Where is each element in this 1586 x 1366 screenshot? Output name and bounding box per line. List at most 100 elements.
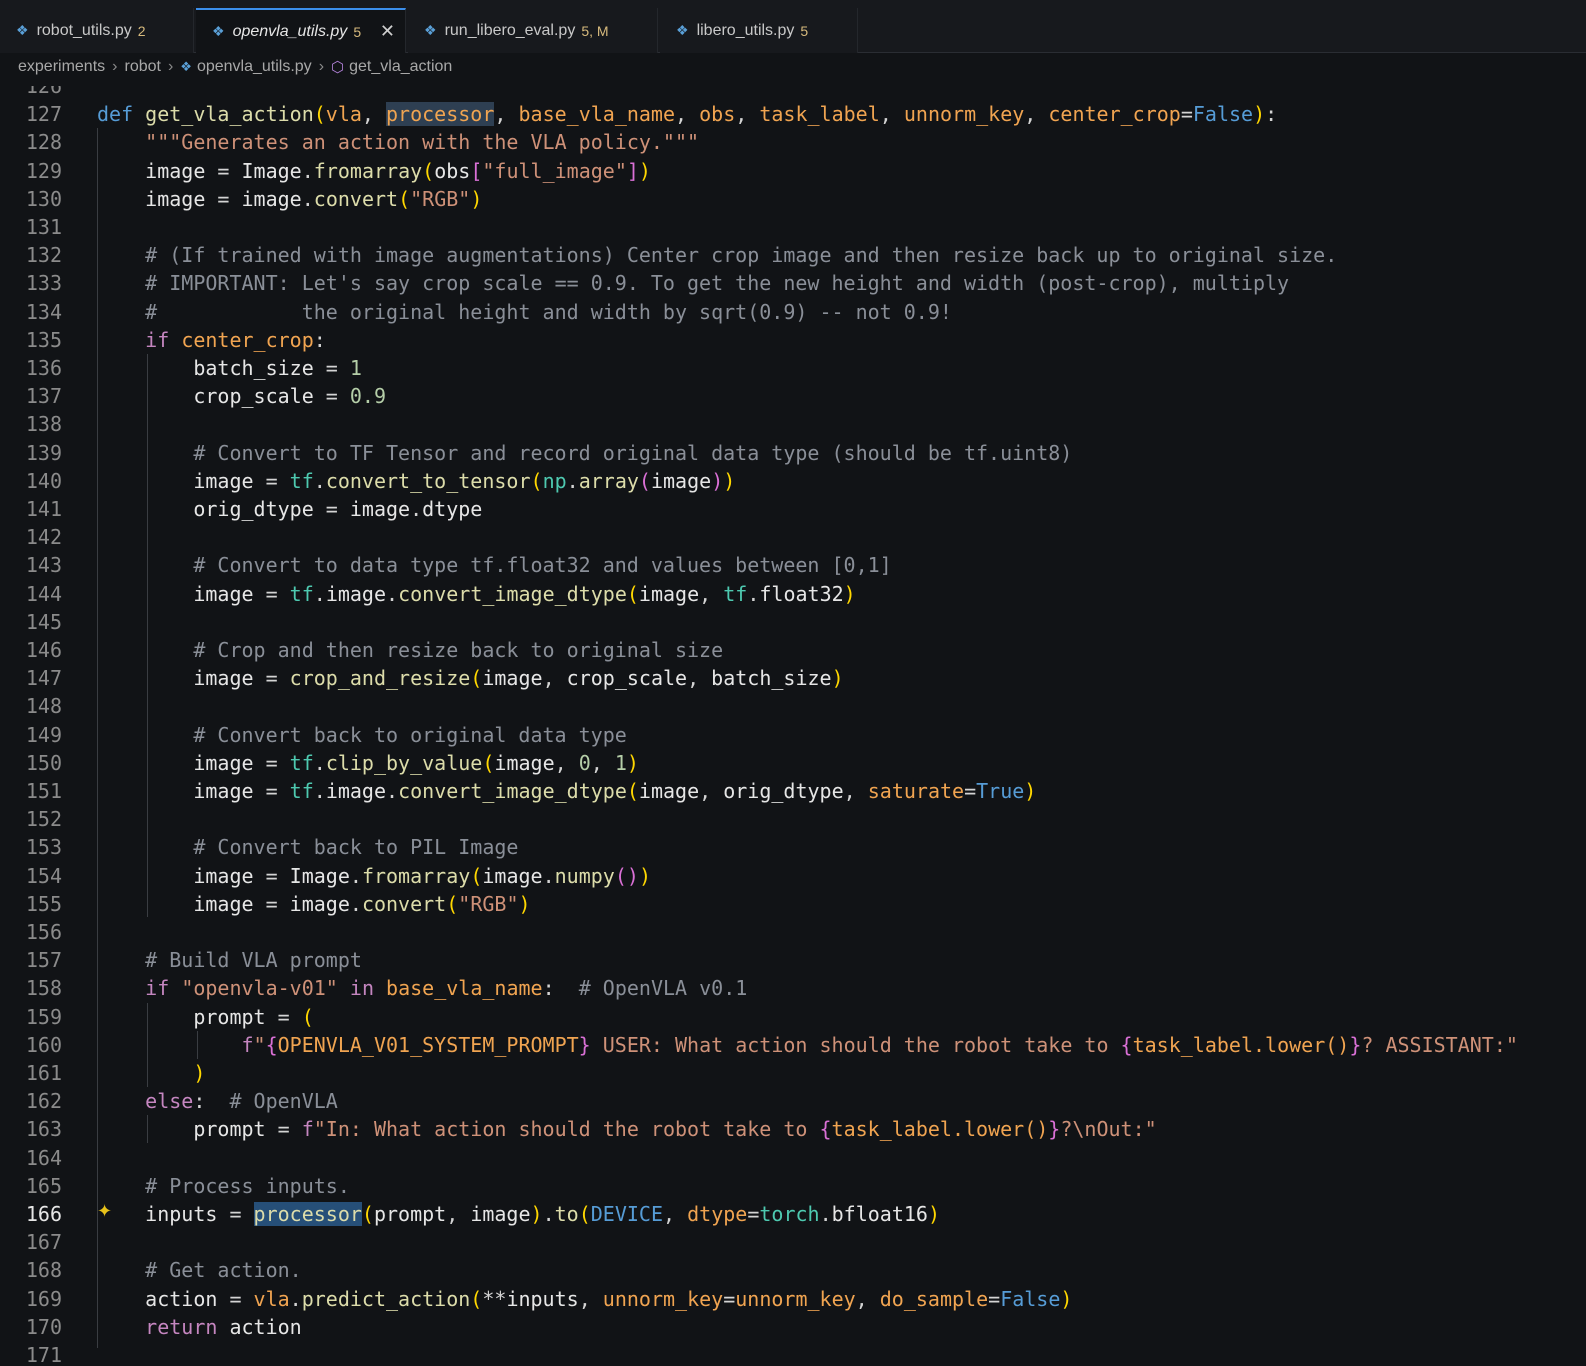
code-line[interactable]: 132 # (If trained with image augmentatio… [0,241,1586,269]
tab-label: libero_utils.py [696,21,795,39]
code-line[interactable]: 142 [0,523,1586,551]
code-line[interactable]: 130 image = image.convert("RGB") [0,185,1586,213]
code-line[interactable]: 133 # IMPORTANT: Let's say crop scale ==… [0,269,1586,297]
code-line[interactable]: 140 image = tf.convert_to_tensor(np.arra… [0,467,1586,495]
breadcrumb-item-robot[interactable]: robot [124,58,160,76]
line-number: 142 [25,525,62,550]
code-line[interactable]: 141 orig_dtype = image.dtype [0,495,1586,523]
line-code: """Generates an action with the VLA poli… [145,130,700,155]
line-code: orig_dtype = image.dtype [193,497,483,521]
line-number: 129 [25,158,62,183]
code-line[interactable]: 137 crop_scale = 0.9 [0,382,1586,410]
code-line[interactable]: 159 prompt = ( [0,1003,1586,1031]
code-line[interactable]: 147 image = crop_and_resize(image, crop_… [0,664,1586,692]
code-line[interactable]: 152 [0,805,1586,833]
line-code: # Convert to data type tf.float32 and va… [193,553,892,578]
code-line[interactable]: 164 [0,1144,1586,1172]
line-number: 141 [25,497,62,521]
code-line[interactable]: 139 # Convert to TF Tensor and record or… [0,439,1586,467]
line-code: image = tf.image.convert_image_dtype(ima… [193,779,1037,803]
tab-openvla-utils[interactable]: ❖ openvla_utils.py 5 ✕ [196,8,406,53]
code-line[interactable]: 138 [0,410,1586,438]
line-number: 147 [25,666,62,691]
chevron-right-icon: › [167,58,174,75]
line-code: # Build VLA prompt [145,948,362,973]
line-number: 151 [25,779,62,803]
code-line[interactable]: 161 ) [0,1059,1586,1087]
line-number: 131 [25,215,62,239]
code-line[interactable]: 134 # the original height and width by s… [0,298,1586,326]
line-code: def get_vla_action(vla, processor, base_… [97,102,1278,127]
code-line[interactable]: 166 inputs = processor(prompt, image).to… [0,1200,1586,1228]
line-code: if "openvla-v01" in base_vla_name: # Ope… [145,976,748,1001]
code-line[interactable]: 144 image = tf.image.convert_image_dtype… [0,580,1586,608]
breadcrumb-item-symbol[interactable]: get_vla_action [349,58,452,76]
code-line[interactable]: 150 image = tf.clip_by_value(image, 0, 1… [0,749,1586,777]
editor-tab-bar: ❖ robot_utils.py 2 ❖ openvla_utils.py 5 … [0,0,1586,53]
code-line[interactable]: 168 # Get action. [0,1256,1586,1284]
tab-libero-utils[interactable]: ❖ libero_utils.py 5 [660,8,858,53]
code-line[interactable]: 162 else: # OpenVLA [0,1087,1586,1115]
python-file-icon: ❖ [16,22,29,38]
line-code: return action [145,1314,302,1339]
line-number: 150 [25,750,62,775]
sparkle-icon[interactable]: ✦ [97,1201,112,1222]
code-line[interactable]: 127 def get_vla_action(vla, processor, ba… [0,100,1586,128]
line-code: image = crop_and_resize(image, crop_scal… [193,666,844,691]
code-line[interactable]: 169 action = vla.predict_action(**inputs… [0,1285,1586,1313]
line-number: 126 [25,86,62,98]
code-line[interactable]: 143 # Convert to data type tf.float32 an… [0,551,1586,579]
line-code: image = image.convert("RGB") [145,186,483,211]
line-number: 158 [25,976,62,1001]
line-number: 138 [25,412,62,437]
breadcrumb-item-file[interactable]: openvla_utils.py [197,58,312,76]
line-number: 160 [25,1032,62,1057]
tab-label: robot_utils.py [36,21,132,39]
line-code: inputs = processor(prompt, image).to(DEV… [145,1202,941,1226]
python-file-icon: ❖ [676,22,689,38]
code-line[interactable]: 131 [0,213,1586,241]
line-code: if center_crop: [145,327,326,352]
line-number: 155 [25,891,62,916]
code-editor[interactable]: 126 127 def get_vla_action(vla, processor,… [0,86,1586,1366]
code-line[interactable]: 128 """Generates an action with the VLA … [0,128,1586,156]
code-line[interactable]: 149 # Convert back to original data type [0,721,1586,749]
code-line[interactable]: 155 image = image.convert("RGB") [0,890,1586,918]
line-number: 170 [25,1314,62,1339]
problem-count-badge: 5 [800,22,809,39]
tab-robot-utils[interactable]: ❖ robot_utils.py 2 [0,8,194,53]
code-line[interactable]: 158 if "openvla-v01" in base_vla_name: #… [0,974,1586,1002]
code-line[interactable]: 129 image = Image.fromarray(obs["full_im… [0,157,1586,185]
code-line[interactable]: 151 image = tf.image.convert_image_dtype… [0,777,1586,805]
breadcrumb-item-experiments[interactable]: experiments [18,58,105,76]
code-line[interactable]: 170 return action [0,1313,1586,1341]
code-line[interactable]: 145 [0,608,1586,636]
code-line[interactable]: 153 # Convert back to PIL Image [0,833,1586,861]
code-line[interactable]: 126 [0,86,1586,100]
code-line[interactable]: 165 # Process inputs. [0,1172,1586,1200]
python-file-icon: ❖ [212,23,225,39]
tab-run-libero-eval[interactable]: ❖ run_libero_eval.py 5, M [408,8,658,53]
code-line[interactable]: 136 batch_size = 1 [0,354,1586,382]
code-line[interactable]: 167 [0,1228,1586,1256]
chevron-right-icon: › [112,58,118,75]
line-number: 153 [25,835,62,860]
code-line[interactable]: 160 f"{OPENVLA_V01_SYSTEM_PROMPT} USER: … [0,1031,1586,1059]
code-line[interactable]: 163 prompt = f"In: What action should th… [0,1115,1586,1143]
code-line[interactable]: 135 if center_crop: [0,326,1586,354]
chevron-right-icon: › [318,58,325,75]
line-code: # the original height and width by sqrt(… [145,299,952,324]
line-number: 133 [25,271,62,296]
code-line[interactable]: 154 image = Image.fromarray(image.numpy(… [0,862,1586,890]
code-line[interactable]: 157 # Build VLA prompt [0,946,1586,974]
code-line[interactable]: 146 # Crop and then resize back to origi… [0,636,1586,664]
close-icon[interactable]: ✕ [380,21,395,42]
problem-count-badge: 2 [137,22,146,39]
code-line[interactable]: 148 [0,692,1586,720]
code-line[interactable]: 171 [0,1341,1586,1366]
python-file-icon: ❖ [424,22,437,38]
line-number: 159 [25,1004,62,1029]
line-code: f"{OPENVLA_V01_SYSTEM_PROMPT} USER: What… [241,1032,1518,1057]
code-line[interactable]: 156 [0,918,1586,946]
line-number: 135 [25,327,62,352]
